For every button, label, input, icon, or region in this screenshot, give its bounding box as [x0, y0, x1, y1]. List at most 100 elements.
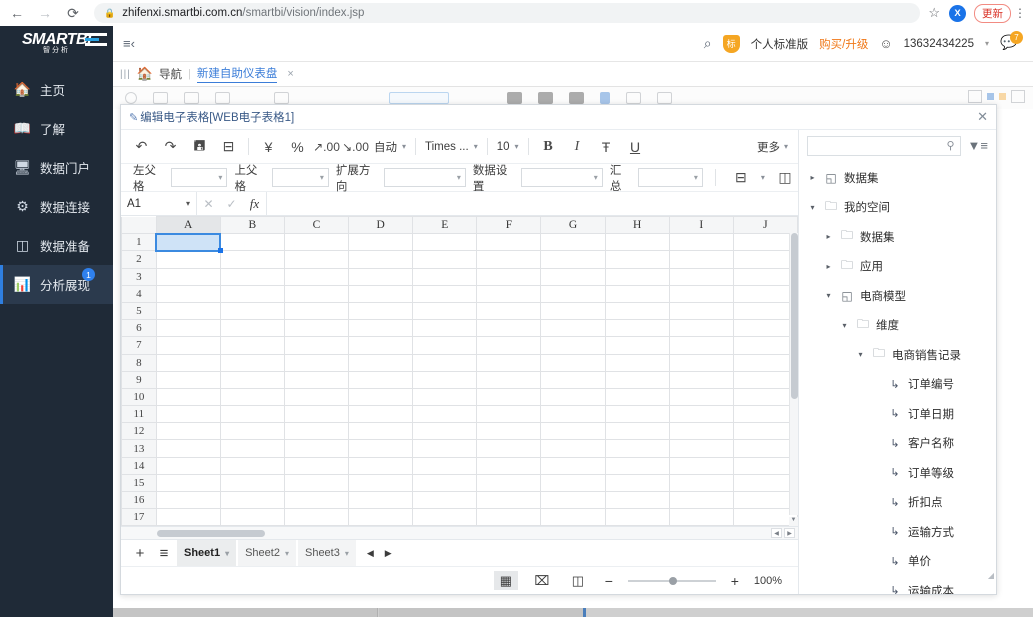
formula-input[interactable]	[266, 192, 798, 216]
cell-E5[interactable]	[413, 302, 477, 319]
more-options-button[interactable]: 更多 ▾	[757, 139, 788, 155]
page-layout-icon[interactable]: ⌧	[530, 571, 554, 590]
cell-I13[interactable]	[669, 440, 733, 457]
cell-G5[interactable]	[541, 302, 605, 319]
cell-C6[interactable]	[284, 320, 348, 337]
cell-D10[interactable]	[349, 388, 413, 405]
freeze-pane-icon[interactable]: ⊟	[214, 135, 243, 159]
column-header-a[interactable]: A	[156, 217, 220, 234]
browser-back-button[interactable]: ←	[6, 2, 28, 24]
scrollbar-thumb[interactable]	[791, 233, 798, 399]
cell-E2[interactable]	[413, 251, 477, 268]
collapse-panel-icon[interactable]: ≡‹	[123, 36, 135, 51]
nav-label[interactable]: 导航	[159, 66, 182, 82]
cell-B15[interactable]	[220, 474, 284, 491]
cell-I6[interactable]	[669, 320, 733, 337]
cell-G7[interactable]	[541, 337, 605, 354]
notifications-button[interactable]: 💬 7	[1000, 34, 1020, 54]
row-header-6[interactable]: 6	[122, 320, 157, 337]
cell-G12[interactable]	[541, 423, 605, 440]
cell-H16[interactable]	[605, 492, 669, 509]
cell-F10[interactable]	[477, 388, 541, 405]
cell-H13[interactable]	[605, 440, 669, 457]
cell-H2[interactable]	[605, 251, 669, 268]
cell-F8[interactable]	[477, 354, 541, 371]
cell-G11[interactable]	[541, 406, 605, 423]
cell-B10[interactable]	[220, 388, 284, 405]
cell-C14[interactable]	[284, 457, 348, 474]
cell-A14[interactable]	[156, 457, 220, 474]
tree-node-1[interactable]: ▾🗀我的空间	[799, 193, 996, 223]
column-header-d[interactable]: D	[349, 217, 413, 234]
cell-J12[interactable]	[733, 423, 797, 440]
sidebar-item-analysis[interactable]: 📊 分析展现 1	[0, 265, 113, 304]
cell-A11[interactable]	[156, 406, 220, 423]
cell-B1[interactable]	[220, 234, 284, 251]
cell-H10[interactable]	[605, 388, 669, 405]
redo-button[interactable]: ↷	[156, 135, 185, 159]
add-sheet-button[interactable]: +	[129, 545, 151, 562]
cell-D2[interactable]	[349, 251, 413, 268]
tree-node-11[interactable]: ↳折扣点	[799, 488, 996, 518]
resize-handle-icon[interactable]: ◢	[988, 571, 994, 580]
cell-F7[interactable]	[477, 337, 541, 354]
row-header-11[interactable]: 11	[122, 406, 157, 423]
smartbi-logo[interactable]: SMARTBI 智分析	[0, 26, 113, 62]
cell-J9[interactable]	[733, 371, 797, 388]
cancel-formula-button[interactable]: ✕	[197, 197, 220, 211]
cell-C12[interactable]	[284, 423, 348, 440]
chevron-down-icon[interactable]: ▾	[807, 203, 818, 212]
browser-menu-icon[interactable]: ⋮	[1014, 6, 1026, 20]
chevron-right-icon[interactable]: ▸	[823, 232, 834, 241]
select-all-corner[interactable]	[122, 217, 157, 234]
font-size-select[interactable]: 10 ▾	[493, 141, 523, 153]
browser-address-bar[interactable]: 🔒 zhifenxi.smartbi.com.cn/smartbi/vision…	[94, 3, 920, 23]
cell-F16[interactable]	[477, 492, 541, 509]
search-input[interactable]: ⚲	[807, 136, 961, 156]
row-header-5[interactable]: 5	[122, 302, 157, 319]
cell-D12[interactable]	[349, 423, 413, 440]
cell-H5[interactable]	[605, 302, 669, 319]
cell-G15[interactable]	[541, 474, 605, 491]
cell-C11[interactable]	[284, 406, 348, 423]
cell-G13[interactable]	[541, 440, 605, 457]
browser-reload-button[interactable]: ⟳	[62, 2, 84, 24]
chevron-down-icon[interactable]: ▾	[855, 350, 866, 359]
scroll-left-arrow[interactable]: ◀	[771, 528, 782, 538]
browser-forward-button[interactable]: →	[34, 2, 56, 24]
cell-H1[interactable]	[605, 234, 669, 251]
cell-C8[interactable]	[284, 354, 348, 371]
font-family-select[interactable]: Times ... ▾	[421, 141, 482, 153]
cell-B5[interactable]	[220, 302, 284, 319]
row-header-10[interactable]: 10	[122, 388, 157, 405]
cell-A5[interactable]	[156, 302, 220, 319]
scroll-right-arrow[interactable]: ▶	[784, 528, 795, 538]
grip-icon[interactable]: |||	[120, 69, 131, 80]
row-header-7[interactable]: 7	[122, 337, 157, 354]
tab-dashboard[interactable]: 新建自助仪表盘	[197, 65, 278, 83]
cell-F14[interactable]	[477, 457, 541, 474]
close-icon[interactable]: ✕	[977, 109, 988, 125]
cell-C10[interactable]	[284, 388, 348, 405]
page-horizontal-scrollbar[interactable]	[113, 608, 1033, 617]
chevron-down-icon[interactable]: ▾	[761, 173, 765, 182]
tree-node-2[interactable]: ▸🗀数据集	[799, 222, 996, 252]
cell-D16[interactable]	[349, 492, 413, 509]
data-setting-select[interactable]: ▾	[521, 168, 603, 187]
save-icon[interactable]: 🖪	[185, 135, 214, 159]
cell-A15[interactable]	[156, 474, 220, 491]
sheet-tab-sheet2[interactable]: Sheet2 ▾	[238, 540, 296, 567]
chevron-right-icon[interactable]: ▸	[823, 262, 834, 271]
increase-decimal-icon[interactable]: ↗.00	[312, 135, 341, 159]
cell-J13[interactable]	[733, 440, 797, 457]
tree-node-6[interactable]: ▾🗀电商销售记录	[799, 340, 996, 370]
cell-A7[interactable]	[156, 337, 220, 354]
cell-G4[interactable]	[541, 285, 605, 302]
cell-B3[interactable]	[220, 268, 284, 285]
percent-format-button[interactable]: %	[283, 135, 312, 159]
prev-sheet-button[interactable]: ◀	[367, 548, 374, 559]
row-header-4[interactable]: 4	[122, 285, 157, 302]
italic-button[interactable]: I	[563, 135, 592, 159]
zoom-slider-handle[interactable]	[669, 577, 677, 585]
tree-node-7[interactable]: ↳订单编号	[799, 370, 996, 400]
